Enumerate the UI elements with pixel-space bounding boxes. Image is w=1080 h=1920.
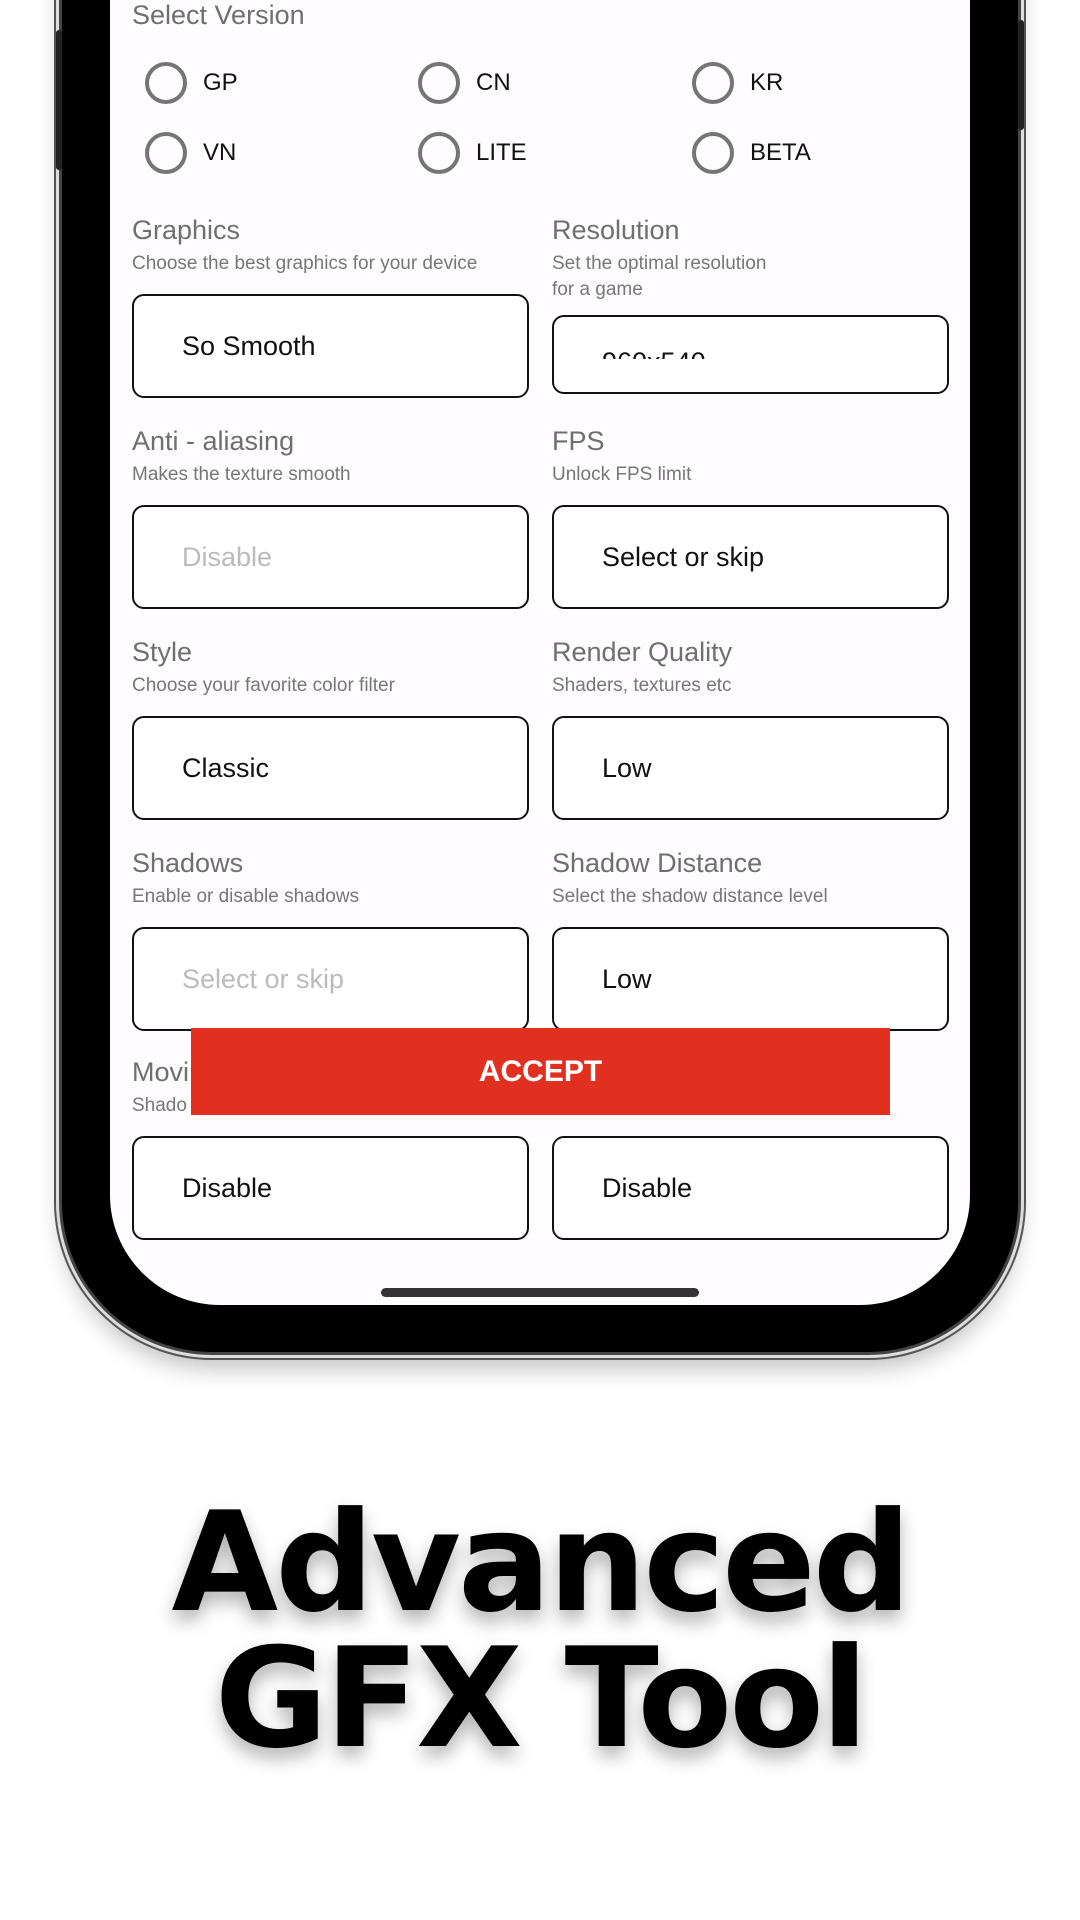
dropdown-value: Low [602, 963, 652, 994]
radio-label: BETA [750, 139, 811, 166]
radio-label: LITE [476, 139, 527, 166]
dropdown-style[interactable]: Classic [132, 716, 529, 820]
setting-label: Style [132, 637, 193, 667]
radio-vn[interactable]: VN [145, 132, 236, 174]
radio-circle-icon [692, 62, 734, 104]
dropdown-graphics[interactable]: So Smooth [132, 294, 529, 398]
setting-label: Shadows [132, 848, 244, 878]
select-version-label: Select Version [132, 0, 305, 30]
dropdown-setting-[interactable]: Disable [552, 1136, 949, 1240]
dropdown-value: Classic [182, 752, 270, 783]
phone-power-button [1018, 20, 1024, 130]
setting-label: Shadow Distance [552, 848, 763, 878]
headline-line2: GFX Tool [214, 1618, 869, 1779]
setting-description: Choose the best graphics for your device [132, 253, 478, 274]
setting-description: Shaders, textures etc [552, 675, 732, 696]
radio-label: VN [203, 139, 237, 166]
radio-beta[interactable]: BETA [692, 132, 811, 174]
dropdown-value: Low [602, 752, 652, 783]
radio-label: GP [203, 69, 238, 96]
radio-kr[interactable]: KR [692, 62, 783, 104]
dropdown-value: Select or skip [602, 541, 765, 572]
dropdown-movi[interactable]: Disable [132, 1136, 529, 1240]
radio-label: CN [476, 69, 511, 96]
setting-label: FPS [552, 426, 605, 456]
radio-label: KR [750, 69, 784, 96]
dropdown-render-quality[interactable]: Low [552, 716, 949, 820]
dropdown-value: Disable [602, 1172, 693, 1203]
dropdown-fps[interactable]: Select or skip [552, 505, 949, 609]
dropdown-shadows[interactable]: Select or skip [132, 927, 529, 1031]
radio-circle-icon [145, 132, 187, 174]
setting-description: Makes the texture smooth [132, 464, 351, 485]
radio-circle-icon [692, 132, 734, 174]
dropdown-anti-aliasing[interactable]: Disable [132, 505, 529, 609]
dropdown-value: 960x540 [602, 347, 706, 359]
setting-label: Movi [132, 1057, 190, 1087]
phone-side-button [56, 30, 62, 170]
radio-cn[interactable]: CN [418, 62, 511, 104]
home-indicator[interactable] [381, 1288, 699, 1297]
setting-description: Choose your favorite color filter [132, 675, 395, 696]
setting-label: Anti - aliasing [132, 426, 295, 456]
dropdown-resolution[interactable]: 960x540 [552, 315, 949, 394]
setting-label: Resolution [552, 215, 680, 245]
setting-description: Shado [132, 1095, 187, 1116]
setting-description: Unlock FPS limit [552, 464, 692, 485]
setting-label: Render Quality [552, 637, 733, 667]
radio-circle-icon [145, 62, 187, 104]
app-screen: Select Version Graphics Choose the best g… [110, 0, 970, 1305]
dropdown-value: So Smooth [182, 330, 316, 361]
accept-button[interactable]: ACCEPT [191, 1028, 890, 1115]
radio-circle-icon [418, 62, 460, 104]
setting-description: Enable or disable shadows [132, 886, 360, 907]
dropdown-value: Select or skip [182, 963, 345, 994]
radio-lite[interactable]: LITE [418, 132, 527, 174]
radio-gp[interactable]: GP [145, 62, 238, 104]
setting-label: Graphics [132, 215, 241, 245]
radio-circle-icon [418, 132, 460, 174]
dropdown-value: Disable [182, 1172, 273, 1203]
dropdown-value: Disable [182, 541, 273, 572]
setting-description: Set the optimal resolution for a game [552, 253, 767, 300]
dropdown-shadow-distance[interactable]: Low [552, 927, 949, 1031]
setting-description: Select the shadow distance level [552, 886, 828, 907]
